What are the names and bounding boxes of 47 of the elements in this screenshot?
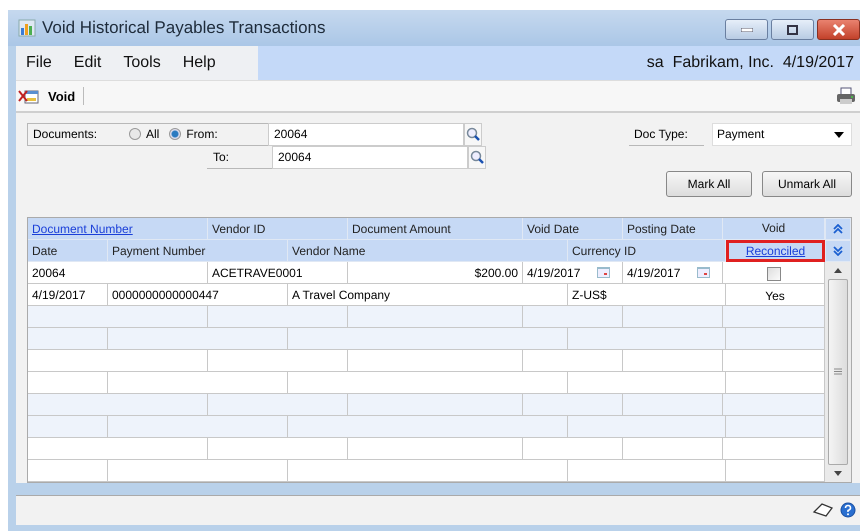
void-checkbox[interactable] <box>766 267 780 282</box>
minimize-button[interactable] <box>725 19 768 40</box>
menu-item[interactable]: File <box>26 54 52 72</box>
column-header-link[interactable]: Document Number <box>28 218 208 240</box>
note-icon[interactable] <box>812 502 834 518</box>
documents-label: Documents: <box>33 127 98 142</box>
column-header[interactable]: Vendor ID <box>208 218 348 240</box>
menu-item[interactable]: Help <box>182 54 216 72</box>
column-header[interactable]: Void Date <box>523 218 623 240</box>
mark-button[interactable]: Mark All <box>666 170 752 197</box>
scrollbar[interactable] <box>825 262 851 482</box>
calendar-icon[interactable] <box>597 266 610 278</box>
scroll-down-icon[interactable] <box>834 470 842 476</box>
expand-icon[interactable] <box>825 240 851 262</box>
dropdown-arrow-icon <box>834 132 844 138</box>
maximize-button[interactable] <box>771 19 814 40</box>
to-label: To: <box>213 150 230 164</box>
calendar-icon[interactable] <box>697 266 710 278</box>
from-field[interactable]: 20064 <box>268 122 464 146</box>
search-button[interactable] <box>468 146 486 169</box>
doc-type-label: Doc Type: <box>629 122 704 146</box>
to-field[interactable]: 20064 <box>272 146 468 169</box>
radio-option[interactable]: All <box>129 127 160 142</box>
maximize-icon <box>787 24 798 34</box>
table-cell-text: 4/19/2017 <box>627 266 680 282</box>
minimize-icon <box>740 28 752 32</box>
radio-option[interactable]: From: <box>169 127 218 142</box>
scroll-up-icon[interactable] <box>834 268 842 273</box>
doc-type-dropdown[interactable]: Payment <box>712 122 852 146</box>
menu-item[interactable]: Tools <box>123 54 161 72</box>
table-cell-text: 4/19/2017 <box>527 266 580 282</box>
close-button[interactable] <box>817 19 860 40</box>
grip-icon <box>834 368 842 376</box>
chart-icon <box>18 19 36 38</box>
scroll-thumb[interactable] <box>828 278 848 465</box>
search-button[interactable] <box>464 122 482 146</box>
help-icon[interactable] <box>840 502 856 518</box>
void-button[interactable]: Void <box>16 88 76 104</box>
mark-button[interactable]: Unmark All <box>762 170 852 197</box>
close-icon <box>832 24 846 36</box>
user-info: sa Fabrikam, Inc. 4/19/2017 <box>646 54 855 72</box>
printer-icon[interactable] <box>836 87 856 106</box>
window-title: Void Historical Payables Transactions <box>42 18 326 38</box>
collapse-icon[interactable] <box>825 218 851 240</box>
menu-item[interactable]: Edit <box>74 54 102 72</box>
column-header[interactable]: Posting Date <box>623 218 723 240</box>
column-header[interactable]: Document Amount <box>348 218 523 240</box>
